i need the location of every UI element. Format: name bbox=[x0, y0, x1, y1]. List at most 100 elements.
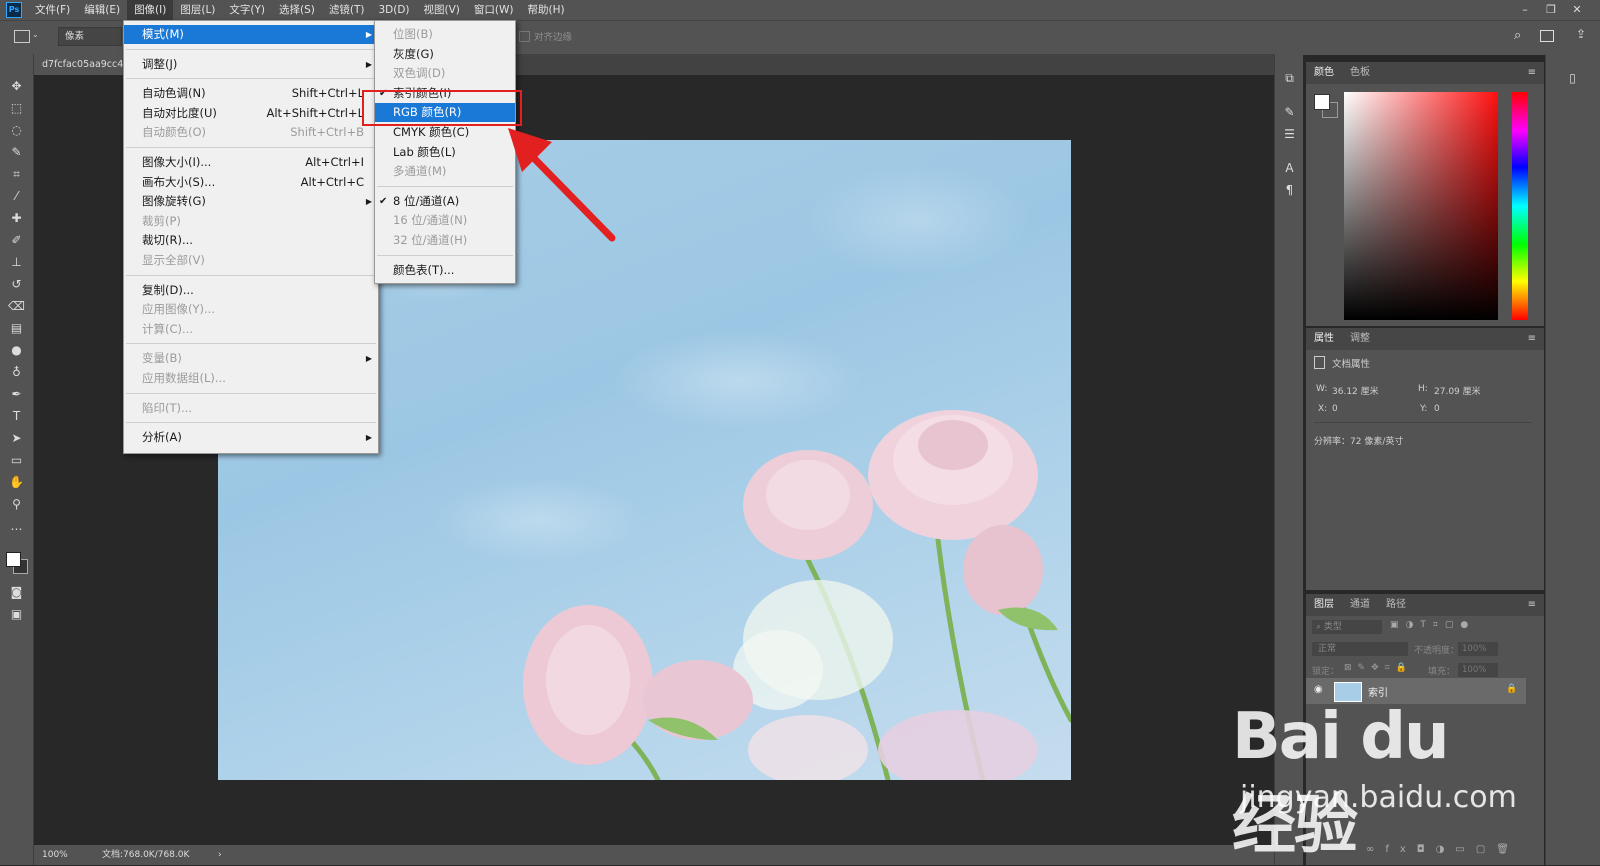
chevron-down-icon[interactable]: ⌄ bbox=[32, 30, 39, 39]
annotation-highlight-box bbox=[362, 90, 522, 126]
document-tab[interactable]: d7fcfac05aa9cc4? bbox=[34, 54, 130, 75]
hand-tool-icon[interactable]: ✋ bbox=[8, 474, 25, 491]
foreground-color-chip[interactable] bbox=[1314, 94, 1330, 110]
mode-submenu-item[interactable]: ✔ 8 位/通道(A) bbox=[375, 192, 515, 211]
menu-1[interactable]: 编辑(E) bbox=[77, 0, 127, 20]
dodge-tool-icon[interactable]: ♁ bbox=[8, 364, 25, 381]
tab-paths[interactable]: 路径 bbox=[1386, 594, 1406, 616]
share-icon[interactable]: ⇪ bbox=[1576, 27, 1586, 41]
image-menu-item[interactable]: 自动对比度(U) Alt+Shift+Ctrl+L bbox=[124, 104, 378, 123]
menu-4[interactable]: 文字(Y) bbox=[222, 0, 272, 20]
mode-submenu-item[interactable]: 灰度(G) bbox=[375, 45, 515, 64]
brush-tool-icon[interactable]: ✐ bbox=[8, 232, 25, 249]
tab-layers[interactable]: 图层 bbox=[1314, 594, 1334, 616]
lasso-tool-icon[interactable]: ◌ bbox=[8, 122, 25, 139]
align-edges-checkbox[interactable] bbox=[519, 31, 530, 42]
tab-swatches[interactable]: 色板 bbox=[1350, 62, 1370, 84]
type-tool-icon[interactable]: T bbox=[8, 408, 25, 425]
zoom-level[interactable]: 100% bbox=[42, 845, 68, 865]
menu-separator bbox=[126, 147, 376, 148]
menu-item-label: 画布大小(S)... bbox=[142, 174, 216, 189]
mode-submenu-item: 16 位/通道(N) bbox=[375, 211, 515, 230]
color-field[interactable] bbox=[1344, 92, 1498, 320]
eyedropper-tool-icon[interactable]: ⁄ bbox=[8, 188, 25, 205]
layer-filter-icons[interactable]: ▣◑T⌗▢● bbox=[1390, 620, 1475, 630]
image-menu-item[interactable]: 复制(D)... bbox=[124, 281, 378, 300]
menu-6[interactable]: 滤镜(T) bbox=[322, 0, 372, 20]
layer-thumbnail bbox=[1334, 682, 1362, 702]
mode-submenu-item[interactable]: Lab 颜色(L) bbox=[375, 143, 515, 162]
layer-filter-select[interactable]: ⌕ 类型 bbox=[1312, 620, 1382, 634]
mode-submenu-item[interactable]: 颜色表(T)... bbox=[375, 261, 515, 280]
menu-3[interactable]: 图层(L) bbox=[173, 0, 222, 20]
libraries-icon[interactable]: ▯ bbox=[1564, 70, 1581, 87]
workspace-icon[interactable] bbox=[1540, 30, 1554, 42]
crop-tool-icon[interactable]: ⌗ bbox=[8, 166, 25, 183]
panel-menu-icon[interactable]: ≡ bbox=[1528, 328, 1536, 350]
image-menu-item[interactable]: 调整(J) ▶ bbox=[124, 55, 378, 74]
blend-mode-select[interactable]: 正常 bbox=[1312, 642, 1408, 656]
gradient-tool-icon[interactable]: ▤ bbox=[8, 320, 25, 337]
move-tool-icon[interactable]: ✥ bbox=[8, 78, 25, 95]
adjust-panel-icon[interactable]: ☰ bbox=[1281, 126, 1298, 143]
opacity-field[interactable]: 100% bbox=[1458, 642, 1498, 656]
layer-name[interactable]: 索引 bbox=[1368, 684, 1388, 699]
zoom-tool-icon[interactable]: ⚲ bbox=[8, 496, 25, 513]
brush-settings-icon[interactable]: ✎ bbox=[1281, 104, 1298, 121]
foreground-color-swatch[interactable] bbox=[6, 552, 21, 567]
history-panel-icon[interactable]: ⧉ bbox=[1281, 70, 1298, 87]
panel-menu-icon[interactable]: ≡ bbox=[1528, 62, 1536, 84]
menu-5[interactable]: 选择(S) bbox=[272, 0, 322, 20]
menu-8[interactable]: 视图(V) bbox=[417, 0, 467, 20]
stamp-tool-icon[interactable]: ⊥ bbox=[8, 254, 25, 271]
path-select-tool-icon[interactable]: ➤ bbox=[8, 430, 25, 447]
image-menu-item[interactable]: 图像旋转(G) ▶ bbox=[124, 192, 378, 211]
fill-field[interactable]: 100% bbox=[1458, 663, 1498, 677]
menu-0[interactable]: 文件(F) bbox=[28, 0, 77, 20]
eye-icon[interactable]: ◉ bbox=[1314, 684, 1323, 695]
height-value[interactable]: 27.09 厘米 bbox=[1434, 384, 1481, 397]
x-value[interactable]: 0 bbox=[1332, 404, 1338, 414]
menu-9[interactable]: 窗口(W) bbox=[467, 0, 521, 20]
tab-channels[interactable]: 通道 bbox=[1350, 594, 1370, 616]
tab-color[interactable]: 颜色 bbox=[1314, 62, 1334, 84]
marquee-preset-icon[interactable] bbox=[14, 30, 30, 43]
marquee-tool-icon[interactable]: ⬚ bbox=[8, 100, 25, 117]
quick-select-tool-icon[interactable]: ✎ bbox=[8, 144, 25, 161]
restore-button[interactable]: ❐ bbox=[1538, 0, 1564, 20]
lock-icons[interactable]: ⊠✎✥⌗🔒 bbox=[1344, 663, 1413, 673]
blur-tool-icon[interactable]: ● bbox=[8, 342, 25, 359]
layers-panel-tabs: 图层 通道 路径 ≡ bbox=[1306, 594, 1544, 616]
character-panel-icon[interactable]: A bbox=[1281, 160, 1298, 177]
image-menu-item[interactable]: 裁切(R)... bbox=[124, 231, 378, 250]
healing-brush-icon[interactable]: ✚ bbox=[8, 210, 25, 227]
tab-properties[interactable]: 属性 bbox=[1314, 328, 1334, 350]
eraser-tool-icon[interactable]: ⌫ bbox=[8, 298, 25, 315]
search-icon[interactable]: ⌕ bbox=[1514, 28, 1521, 43]
paragraph-panel-icon[interactable]: ¶ bbox=[1281, 182, 1298, 199]
menu-2[interactable]: 图像(I) bbox=[127, 0, 174, 20]
image-menu-item[interactable]: 分析(A) ▶ bbox=[124, 428, 378, 447]
hue-slider[interactable] bbox=[1512, 92, 1528, 320]
mode-submenu-item: 位图(B) bbox=[375, 25, 515, 44]
image-menu-item[interactable]: 自动色调(N) Shift+Ctrl+L bbox=[124, 84, 378, 103]
minimize-button[interactable]: – bbox=[1512, 0, 1538, 20]
more-tools-icon[interactable]: … bbox=[8, 518, 25, 535]
pen-tool-icon[interactable]: ✒ bbox=[8, 386, 25, 403]
status-arrow-icon[interactable]: › bbox=[218, 845, 222, 865]
close-button[interactable]: ✕ bbox=[1564, 0, 1590, 20]
panel-menu-icon[interactable]: ≡ bbox=[1528, 594, 1536, 616]
menu-10[interactable]: 帮助(H) bbox=[521, 0, 572, 20]
image-menu-item[interactable]: 图像大小(I)... Alt+Ctrl+I bbox=[124, 153, 378, 172]
image-menu-item[interactable]: 画布大小(S)... Alt+Ctrl+C bbox=[124, 173, 378, 192]
tab-adjustments[interactable]: 调整 bbox=[1350, 328, 1370, 350]
y-value[interactable]: 0 bbox=[1434, 404, 1440, 414]
menu-7[interactable]: 3D(D) bbox=[371, 0, 416, 20]
image-menu-item[interactable]: 模式(M) ▶ bbox=[124, 25, 378, 44]
history-brush-icon[interactable]: ↺ bbox=[8, 276, 25, 293]
screen-mode-icon[interactable]: ▣ bbox=[8, 606, 25, 623]
rectangle-tool-icon[interactable]: ▭ bbox=[8, 452, 25, 469]
unit-select[interactable]: 像素 bbox=[58, 27, 122, 46]
width-value[interactable]: 36.12 厘米 bbox=[1332, 384, 1379, 397]
quick-mask-icon[interactable]: ◙ bbox=[8, 584, 25, 601]
